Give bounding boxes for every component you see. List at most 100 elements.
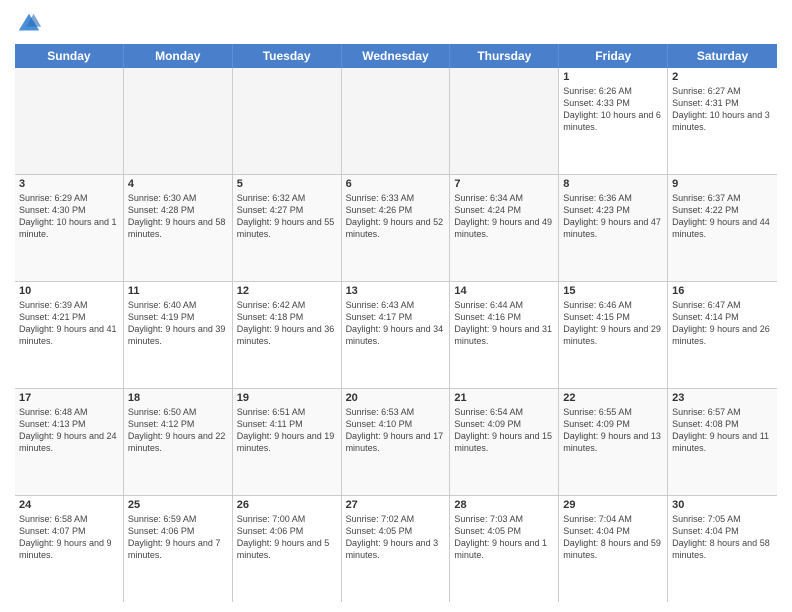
- day-cell-11: 11 Sunrise: 6:40 AMSunset: 4:19 PMDayligh…: [124, 282, 233, 388]
- day-info: Sunrise: 6:50 AMSunset: 4:12 PMDaylight:…: [128, 406, 228, 455]
- day-info: Sunrise: 7:05 AMSunset: 4:04 PMDaylight:…: [672, 513, 773, 562]
- day-number: 13: [346, 285, 446, 297]
- day-info: Sunrise: 6:39 AMSunset: 4:21 PMDaylight:…: [19, 299, 119, 348]
- day-cell-3: 3 Sunrise: 6:29 AMSunset: 4:30 PMDaylight…: [15, 175, 124, 281]
- calendar-row-5: 24 Sunrise: 6:58 AMSunset: 4:07 PMDayligh…: [15, 496, 777, 602]
- day-cell-15: 15 Sunrise: 6:46 AMSunset: 4:15 PMDayligh…: [559, 282, 668, 388]
- day-info: Sunrise: 6:44 AMSunset: 4:16 PMDaylight:…: [454, 299, 554, 348]
- day-info: Sunrise: 6:48 AMSunset: 4:13 PMDaylight:…: [19, 406, 119, 455]
- day-info: Sunrise: 6:58 AMSunset: 4:07 PMDaylight:…: [19, 513, 119, 562]
- day-cell-22: 22Sunrise: 6:55 AMSunset: 4:09 PMDayligh…: [559, 389, 668, 495]
- day-info: Sunrise: 6:37 AMSunset: 4:22 PMDaylight:…: [672, 192, 773, 241]
- day-cell-4: 4 Sunrise: 6:30 AMSunset: 4:28 PMDaylight…: [124, 175, 233, 281]
- weekday-header-thursday: Thursday: [450, 44, 559, 68]
- day-info: Sunrise: 6:32 AMSunset: 4:27 PMDaylight:…: [237, 192, 337, 241]
- empty-cell: [124, 68, 233, 174]
- day-cell-6: 6 Sunrise: 6:33 AMSunset: 4:26 PMDaylight…: [342, 175, 451, 281]
- day-info: Sunrise: 6:40 AMSunset: 4:19 PMDaylight:…: [128, 299, 228, 348]
- day-number: 17: [19, 392, 119, 404]
- day-info: Sunrise: 6:47 AMSunset: 4:14 PMDaylight:…: [672, 299, 773, 348]
- day-cell-24: 24 Sunrise: 6:58 AMSunset: 4:07 PMDayligh…: [15, 496, 124, 602]
- day-number: 20: [346, 392, 446, 404]
- day-info: Sunrise: 6:36 AMSunset: 4:23 PMDaylight:…: [563, 192, 663, 241]
- day-number: 21: [454, 392, 554, 404]
- day-info: Sunrise: 6:53 AMSunset: 4:10 PMDaylight:…: [346, 406, 446, 455]
- day-number: 7: [454, 178, 554, 190]
- day-cell-12: 12 Sunrise: 6:42 AMSunset: 4:18 PMDayligh…: [233, 282, 342, 388]
- day-info: Sunrise: 7:00 AMSunset: 4:06 PMDaylight:…: [237, 513, 337, 562]
- calendar-row-2: 3 Sunrise: 6:29 AMSunset: 4:30 PMDaylight…: [15, 175, 777, 282]
- day-number: 8: [563, 178, 663, 190]
- day-number: 23: [672, 392, 773, 404]
- day-number: 12: [237, 285, 337, 297]
- weekday-header-sunday: Sunday: [15, 44, 124, 68]
- day-cell-30: 30 Sunrise: 7:05 AMSunset: 4:04 PMDayligh…: [668, 496, 777, 602]
- day-cell-10: 10Sunrise: 6:39 AMSunset: 4:21 PMDayligh…: [15, 282, 124, 388]
- day-cell-7: 7 Sunrise: 6:34 AMSunset: 4:24 PMDaylight…: [450, 175, 559, 281]
- header: [15, 10, 777, 38]
- day-info: Sunrise: 6:51 AMSunset: 4:11 PMDaylight:…: [237, 406, 337, 455]
- day-number: 11: [128, 285, 228, 297]
- day-number: 24: [19, 499, 119, 511]
- day-info: Sunrise: 6:30 AMSunset: 4:28 PMDaylight:…: [128, 192, 228, 241]
- day-cell-18: 18 Sunrise: 6:50 AMSunset: 4:12 PMDayligh…: [124, 389, 233, 495]
- day-number: 27: [346, 499, 446, 511]
- day-info: Sunrise: 6:33 AMSunset: 4:26 PMDaylight:…: [346, 192, 446, 241]
- day-number: 3: [19, 178, 119, 190]
- empty-cell: [15, 68, 124, 174]
- calendar-body: 1Sunrise: 6:26 AMSunset: 4:33 PMDaylight…: [15, 68, 777, 602]
- day-number: 22: [563, 392, 663, 404]
- day-info: Sunrise: 6:46 AMSunset: 4:15 PMDaylight:…: [563, 299, 663, 348]
- day-cell-28: 28 Sunrise: 7:03 AMSunset: 4:05 PMDayligh…: [450, 496, 559, 602]
- day-info: Sunrise: 7:02 AMSunset: 4:05 PMDaylight:…: [346, 513, 446, 562]
- day-number: 6: [346, 178, 446, 190]
- day-info: Sunrise: 6:57 AMSunset: 4:08 PMDaylight:…: [672, 406, 773, 455]
- day-info: Sunrise: 6:59 AMSunset: 4:06 PMDaylight:…: [128, 513, 228, 562]
- logo-icon: [15, 10, 43, 38]
- logo: [15, 10, 47, 38]
- day-cell-2: 2 Sunrise: 6:27 AMSunset: 4:31 PMDaylight…: [668, 68, 777, 174]
- empty-cell: [233, 68, 342, 174]
- empty-cell: [342, 68, 451, 174]
- day-number: 1: [563, 71, 663, 83]
- day-cell-17: 17 Sunrise: 6:48 AMSunset: 4:13 PMDayligh…: [15, 389, 124, 495]
- day-number: 30: [672, 499, 773, 511]
- day-number: 25: [128, 499, 228, 511]
- weekday-header-monday: Monday: [124, 44, 233, 68]
- day-info: Sunrise: 6:54 AMSunset: 4:09 PMDaylight:…: [454, 406, 554, 455]
- empty-cell: [450, 68, 559, 174]
- day-number: 4: [128, 178, 228, 190]
- calendar-row-1: 1Sunrise: 6:26 AMSunset: 4:33 PMDaylight…: [15, 68, 777, 175]
- day-cell-8: 8 Sunrise: 6:36 AMSunset: 4:23 PMDaylight…: [559, 175, 668, 281]
- day-cell-5: 5 Sunrise: 6:32 AMSunset: 4:27 PMDaylight…: [233, 175, 342, 281]
- day-cell-21: 21 Sunrise: 6:54 AMSunset: 4:09 PMDayligh…: [450, 389, 559, 495]
- day-cell-16: 16Sunrise: 6:47 AMSunset: 4:14 PMDayligh…: [668, 282, 777, 388]
- day-number: 9: [672, 178, 773, 190]
- weekday-header-friday: Friday: [559, 44, 668, 68]
- day-info: Sunrise: 6:43 AMSunset: 4:17 PMDaylight:…: [346, 299, 446, 348]
- day-cell-14: 14 Sunrise: 6:44 AMSunset: 4:16 PMDayligh…: [450, 282, 559, 388]
- day-number: 2: [672, 71, 773, 83]
- day-number: 29: [563, 499, 663, 511]
- day-number: 5: [237, 178, 337, 190]
- calendar: SundayMondayTuesdayWednesdayThursdayFrid…: [15, 44, 777, 602]
- day-number: 18: [128, 392, 228, 404]
- day-number: 26: [237, 499, 337, 511]
- day-info: Sunrise: 7:03 AMSunset: 4:05 PMDaylight:…: [454, 513, 554, 562]
- day-cell-23: 23 Sunrise: 6:57 AMSunset: 4:08 PMDayligh…: [668, 389, 777, 495]
- day-number: 28: [454, 499, 554, 511]
- calendar-row-4: 17 Sunrise: 6:48 AMSunset: 4:13 PMDayligh…: [15, 389, 777, 496]
- day-info: Sunrise: 6:42 AMSunset: 4:18 PMDaylight:…: [237, 299, 337, 348]
- day-info: Sunrise: 6:29 AMSunset: 4:30 PMDaylight:…: [19, 192, 119, 241]
- day-number: 19: [237, 392, 337, 404]
- day-cell-25: 25 Sunrise: 6:59 AMSunset: 4:06 PMDayligh…: [124, 496, 233, 602]
- day-cell-13: 13 Sunrise: 6:43 AMSunset: 4:17 PMDayligh…: [342, 282, 451, 388]
- calendar-header: SundayMondayTuesdayWednesdayThursdayFrid…: [15, 44, 777, 68]
- day-number: 15: [563, 285, 663, 297]
- day-cell-1: 1Sunrise: 6:26 AMSunset: 4:33 PMDaylight…: [559, 68, 668, 174]
- weekday-header-tuesday: Tuesday: [233, 44, 342, 68]
- day-number: 14: [454, 285, 554, 297]
- day-cell-9: 9 Sunrise: 6:37 AMSunset: 4:22 PMDaylight…: [668, 175, 777, 281]
- day-info: Sunrise: 6:27 AMSunset: 4:31 PMDaylight:…: [672, 85, 773, 134]
- day-info: Sunrise: 6:34 AMSunset: 4:24 PMDaylight:…: [454, 192, 554, 241]
